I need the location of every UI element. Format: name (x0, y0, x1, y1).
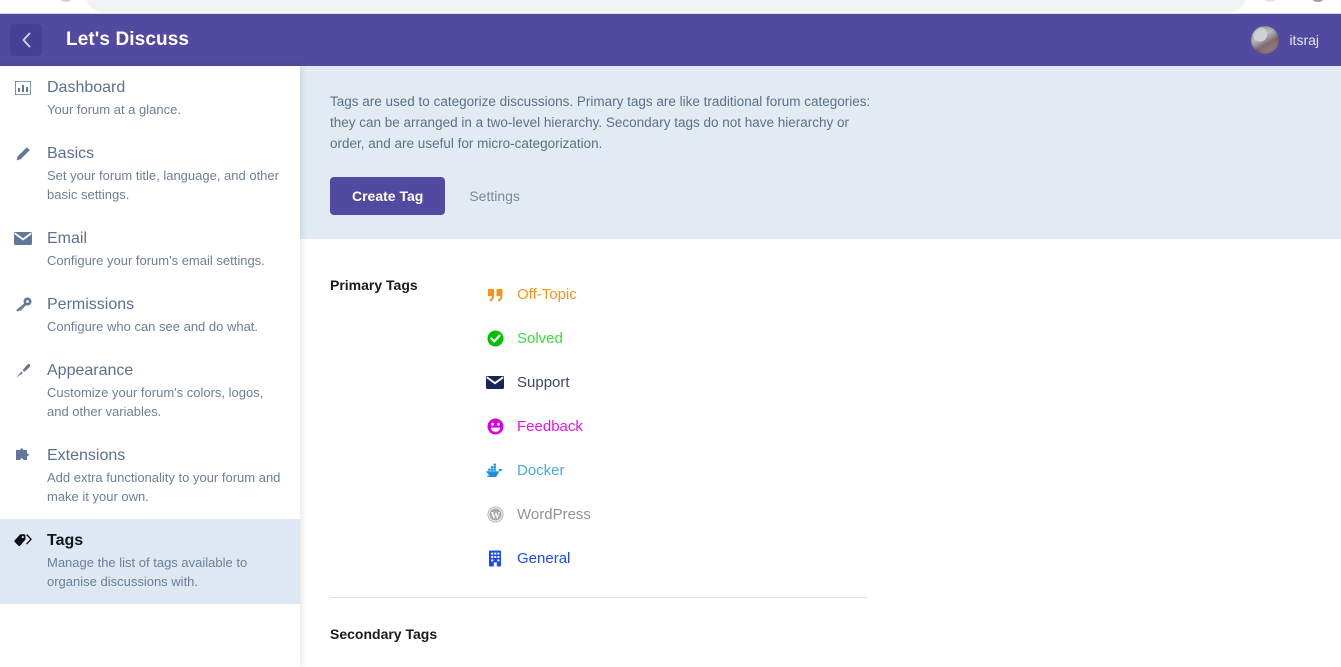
main-content: Tags are used to categorize discussions.… (300, 66, 1341, 667)
wordpress-icon: W (485, 506, 505, 523)
sidebar-item-label: Tags (47, 531, 84, 549)
sidebar-item-extensions[interactable]: Extensions Add extra functionality to yo… (0, 434, 300, 519)
key-icon (14, 297, 32, 312)
paintbrush-icon (14, 363, 32, 379)
pencil-icon (14, 146, 32, 162)
sidebar-item-desc: Set your forum title, language, and othe… (47, 168, 279, 203)
sidebar-item-label: Basics (47, 145, 95, 163)
tag-row[interactable]: Solved (485, 317, 885, 361)
create-tag-button[interactable]: Create Tag (330, 176, 446, 215)
sidebar-item-desc: Add extra functionality to your forum an… (47, 470, 281, 504)
avatar (1251, 26, 1280, 54)
sidebar-item-dashboard[interactable]: Dashboard Your forum at a glance. (0, 66, 300, 132)
tag-row[interactable]: Feedback (485, 405, 885, 449)
quote-left-icon (485, 288, 505, 302)
sidebar-item-desc: Your forum at a glance. (47, 102, 181, 118)
smile-icon (485, 418, 505, 435)
envelope-icon (14, 232, 32, 245)
hero-actions: Create Tag Settings (330, 176, 1311, 215)
tag-name: Off-Topic (517, 286, 577, 304)
sidebar-item-appearance[interactable]: Appearance Customize your forum's colors… (0, 349, 300, 434)
tags-description: Tags are used to categorize discussions.… (330, 94, 871, 151)
sidebar-item-label: Extensions (47, 446, 126, 464)
sidebar-item-label: Email (47, 229, 88, 247)
browser-profile-icon[interactable] (1310, 0, 1326, 2)
browser-address-bar[interactable] (86, 0, 1246, 12)
user-menu[interactable]: itsraj (1251, 26, 1319, 54)
check-circle-icon (485, 330, 505, 347)
sidebar-item-desc: Manage the list of tags available to org… (47, 554, 248, 589)
sidebar-item-label: Dashboard (47, 79, 126, 96)
primary-tags-section: Primary Tags Off-Topic Solved Support Fe… (300, 239, 1341, 581)
sidebar-item-label: Permissions (47, 295, 135, 313)
tag-row[interactable]: General (485, 537, 885, 581)
tags-hero-panel: Tags are used to categorize discussions.… (300, 66, 1341, 239)
tag-name: Docker (517, 462, 565, 480)
tag-row[interactable]: Off-Topic (485, 273, 885, 317)
tag-name: Solved (517, 330, 563, 348)
sidebar-item-email[interactable]: Email Configure your forum's email setti… (0, 217, 300, 283)
primary-tags-title: Primary Tags (330, 276, 418, 293)
sidebar-item-desc: Customize your forum's colors, logos, an… (47, 385, 264, 419)
tag-name: Support (517, 374, 570, 392)
admin-sidebar: Dashboard Your forum at a glance. Basics… (0, 66, 300, 667)
tag-name: Feedback (517, 418, 583, 436)
sidebar-item-label: Appearance (47, 361, 134, 379)
primary-tags-list: Off-Topic Solved Support Feedback Docker… (485, 273, 885, 581)
svg-text:W: W (490, 512, 500, 522)
browser-forward-icon[interactable]: › (34, 0, 38, 3)
secondary-tags-title: Secondary Tags (330, 625, 438, 642)
docker-whale-icon (485, 463, 505, 478)
envelope-solid-icon (485, 376, 505, 390)
user-name: itsraj (1289, 32, 1319, 48)
tag-name: WordPress (517, 506, 591, 524)
back-chevron-icon (22, 32, 30, 48)
sidebar-item-permissions[interactable]: Permissions Configure who can see and do… (0, 283, 300, 349)
page-title: Let's Discuss (66, 29, 190, 50)
tag-name: General (517, 550, 571, 568)
app-header: Let's Discuss itsraj (0, 14, 1341, 66)
building-icon (485, 550, 505, 567)
tag-icon (14, 533, 32, 548)
sidebar-item-desc: Configure who can see and do what. (47, 319, 259, 335)
sidebar-item-tags[interactable]: Tags Manage the list of tags available t… (0, 518, 300, 604)
back-button[interactable] (10, 24, 42, 56)
tag-row[interactable]: Docker (485, 449, 885, 493)
browser-back-icon[interactable]: ‹ (8, 0, 12, 3)
browser-chrome-strip: ‹ › (0, 0, 1341, 14)
browser-star-icon[interactable] (1262, 0, 1278, 2)
chart-bar-icon (14, 80, 32, 95)
tag-row[interactable]: Support (485, 361, 885, 405)
settings-button[interactable]: Settings (453, 177, 536, 215)
browser-reload-icon[interactable] (58, 0, 74, 2)
tag-row[interactable]: W WordPress (485, 493, 885, 537)
puzzle-piece-icon (14, 448, 32, 463)
sidebar-item-basics[interactable]: Basics Set your forum title, language, a… (0, 132, 300, 217)
secondary-tags-list (485, 622, 885, 642)
secondary-tags-section: Secondary Tags (300, 598, 1341, 642)
sidebar-item-desc: Configure your forum's email settings. (47, 253, 265, 269)
